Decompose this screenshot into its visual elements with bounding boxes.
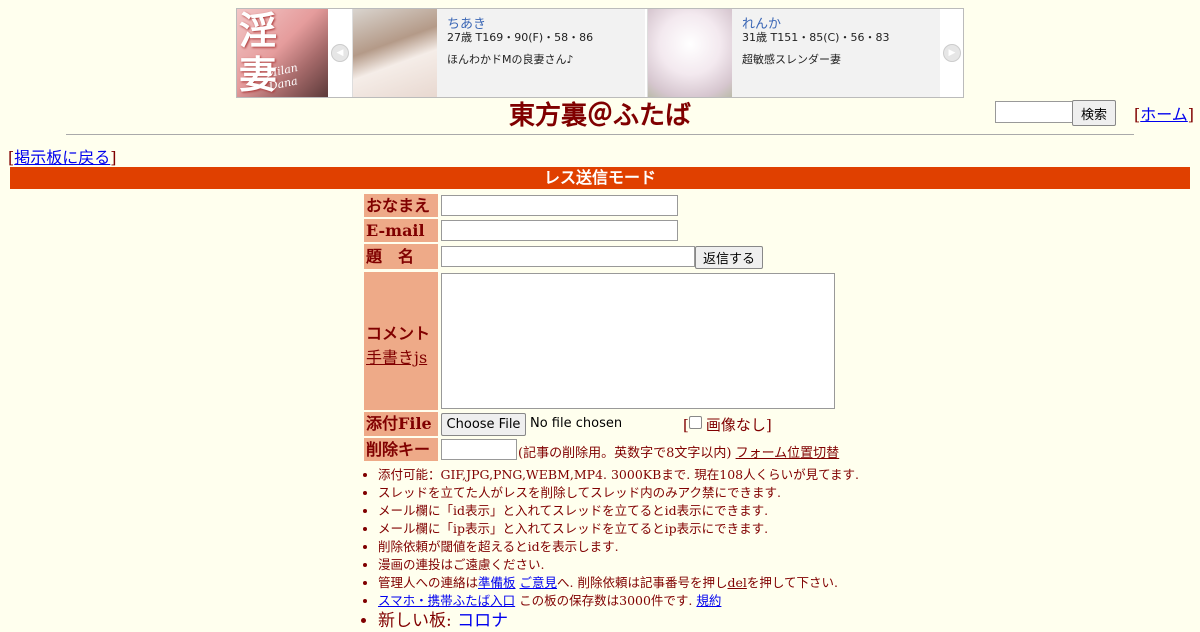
email-label: E-mail (364, 219, 438, 242)
note-text: 新しい板: (378, 611, 458, 631)
chevron-right-icon: ▶ (943, 44, 961, 62)
comment-textarea[interactable] (441, 273, 835, 409)
banner-card[interactable]: れんか 31歳 T151・85(C)・56・83 超敏感スレンダー妻 (647, 9, 940, 97)
list-item: 新しい板: コロナ (378, 610, 898, 632)
delete-key-note: (記事の削除用。英数字で8文字以内) (518, 446, 732, 461)
card-description: 超敏感スレンダー妻 (742, 53, 841, 66)
banner-logo[interactable]: 淫妻 Milan Dana (237, 9, 328, 97)
file-label: 添付File (364, 412, 438, 436)
mobile-entrance-link[interactable]: スマホ・携帯ふたば入口 (378, 593, 515, 608)
bracket-close: ] (765, 416, 772, 434)
comment-label: コメント (366, 324, 431, 343)
list-item: スマホ・携帯ふたば入口 この板の保存数は3000件です. 規約 (378, 592, 898, 610)
delete-key-label: 削除キー (364, 438, 438, 461)
card-stats: 31歳 T151・85(C)・56・83 (742, 31, 890, 44)
bracket-close: ] (110, 148, 117, 167)
no-file-chosen-text: No file chosen (530, 416, 623, 431)
name-label: おなまえ (364, 194, 438, 217)
terms-link[interactable]: 規約 (696, 593, 721, 608)
email-input[interactable] (441, 220, 678, 241)
divider (66, 134, 1134, 135)
list-item: 添付可能：GIF,JPG,PNG,WEBM,MP4. 3000KBまで. 現在1… (378, 466, 898, 484)
home-link[interactable]: ホーム (1140, 105, 1188, 124)
list-item: スレッドを立てた人がレスを削除してスレッド内のみアク禁にできます. (378, 484, 898, 502)
note-text: 管理人への連絡は (378, 575, 479, 590)
list-item: 削除依頼が閾値を超えるとidを表示します. (378, 538, 898, 556)
list-item: 管理人への連絡は準備板 ご意見へ. 削除依頼は記事番号を押しdelを押して下さい… (378, 574, 898, 592)
del-link[interactable]: del (727, 575, 746, 590)
no-image-option: [ 画像なし] (683, 414, 772, 435)
delete-key-note-wrapper: (記事の削除用。英数字で8文字以内) フォーム位置切替 (518, 442, 839, 461)
board-notes: 添付可能：GIF,JPG,PNG,WEBM,MP4. 3000KBまで. 現在1… (360, 466, 898, 632)
search-button[interactable]: 検索 (1072, 100, 1116, 126)
card-description: ほんわかドMの良妻さん♪ (447, 53, 574, 66)
handwriting-js-link[interactable]: 手書きjs (366, 348, 427, 367)
subject-input[interactable] (441, 246, 695, 267)
submit-reply-button[interactable]: 返信する (695, 246, 763, 269)
home-link-wrapper: [ホーム] (1134, 101, 1194, 125)
back-to-board-link[interactable]: 掲示板に戻る (14, 148, 110, 167)
note-text: を押して下さい. (746, 575, 838, 590)
chevron-left-icon: ◀ (331, 44, 349, 62)
delete-key-input[interactable] (441, 439, 517, 460)
ad-banner[interactable]: 淫妻 Milan Dana ◀ ちあき 27歳 T169・90(F)・58・86… (236, 8, 964, 98)
list-item: メール欄に「id表示」と入れてスレッドを立てるとid表示にできます. (378, 502, 898, 520)
prep-board-link[interactable]: 準備板 (478, 575, 516, 590)
profile-photo[interactable] (353, 9, 437, 97)
profile-photo[interactable] (648, 9, 732, 97)
no-image-label: 画像なし (705, 416, 766, 434)
note-text: この板の保存数は3000件です. (515, 593, 693, 608)
comment-label-cell: コメント 手書きjs (364, 272, 438, 410)
back-link-wrapper: [掲示板に戻る] (8, 144, 117, 168)
reply-mode-bar: レス送信モード (10, 167, 1190, 189)
card-stats: 27歳 T169・90(F)・58・86 (447, 31, 594, 44)
banner-card[interactable]: ちあき 27歳 T169・90(F)・58・86 ほんわかドMの良妻さん♪ (352, 9, 645, 97)
banner-next-button[interactable]: ▶ (941, 9, 963, 97)
banner-prev-button[interactable]: ◀ (329, 9, 351, 97)
form-position-toggle-link[interactable]: フォーム位置切替 (736, 446, 840, 461)
subject-label: 題 名 (364, 244, 438, 269)
new-board-link[interactable]: コロナ (457, 611, 508, 631)
list-item: 漫画の連投はご遠慮ください. (378, 556, 898, 574)
bracket-open: [ (683, 416, 689, 434)
name-input[interactable] (441, 195, 678, 216)
list-item: メール欄に「ip表示」と入れてスレッドを立てるとip表示にできます. (378, 520, 898, 538)
search-input[interactable] (995, 101, 1075, 123)
choose-file-button[interactable]: Choose File (441, 413, 526, 436)
feedback-link[interactable]: ご意見 (520, 575, 558, 590)
bracket-close: ] (1187, 105, 1195, 124)
no-image-checkbox[interactable] (688, 416, 702, 429)
note-text: へ. 削除依頼は記事番号を押し (557, 575, 728, 590)
